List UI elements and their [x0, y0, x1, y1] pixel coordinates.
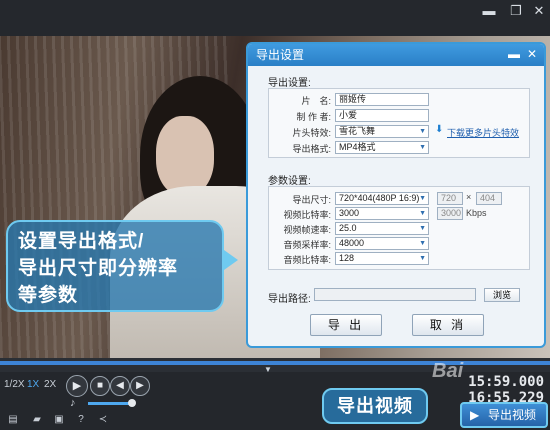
section-export-label: 导出设置: [268, 78, 311, 89]
author-input[interactable]: 小爱 [335, 109, 429, 122]
export-settings-dialog: 导出设置 ▬ ✕ 导出设置: 片 名: 丽姬传 制 作 者: 小爱 片头特效: … [246, 42, 546, 348]
title-input[interactable]: 丽姬传 [335, 93, 429, 106]
close-icon[interactable]: ✕ [528, 2, 550, 20]
params-group: 导出尺寸: 720*404(480P 16:9) 720 × 404 视频比特率… [268, 186, 530, 270]
volume-slider[interactable] [88, 402, 132, 405]
callout-tail [224, 250, 238, 270]
video-bitrate-label: 视频比特率: [283, 210, 331, 220]
export-video-label: 导出视频 [488, 408, 537, 422]
title-bar: ▬ ❐ ✕ [0, 0, 550, 36]
format-label: 导出格式: [292, 144, 331, 154]
size-label: 导出尺寸: [292, 195, 331, 205]
help-icon[interactable]: ? [74, 413, 88, 426]
speed-half[interactable]: 1/2X [4, 379, 25, 390]
section-params-label: 参数设置: [268, 176, 311, 187]
previous-icon[interactable]: ◀ [110, 376, 130, 396]
volume-knob[interactable] [128, 399, 136, 407]
speed-2x[interactable]: 2X [44, 379, 56, 390]
path-input[interactable] [314, 288, 476, 301]
format-select[interactable]: MP4格式 [335, 141, 429, 154]
kbps-unit: Kbps [466, 208, 487, 218]
tip-line-3: 等参数 [18, 285, 79, 306]
size-select[interactable]: 720*404(480P 16:9) [335, 192, 429, 205]
cancel-button[interactable]: 取 消 [412, 314, 484, 336]
samplerate-label: 音频采样率: [283, 240, 331, 250]
tip-line-1: 设置导出格式/ [18, 231, 145, 252]
play-icon[interactable]: ▶ [66, 375, 88, 397]
next-icon[interactable]: ▶ [130, 376, 150, 396]
export-video-button[interactable]: ▶ 导出视频 [460, 402, 548, 428]
minimize-icon[interactable]: ▬ [478, 2, 500, 20]
path-label: 导出路径: [268, 294, 311, 305]
width-input[interactable]: 720 [437, 192, 463, 205]
video-bitrate-input[interactable]: 3000 [437, 207, 463, 220]
new-project-icon[interactable]: ▤ [6, 413, 20, 426]
download-effects-link[interactable]: 下载更多片头特效 [447, 126, 519, 139]
effect-select[interactable]: 雪花飞舞 [335, 125, 429, 138]
height-input[interactable]: 404 [476, 192, 502, 205]
video-bitrate-select[interactable]: 3000 [335, 207, 429, 220]
share-icon[interactable]: ≺ [96, 413, 110, 426]
framerate-select[interactable]: 25.0 [335, 222, 429, 235]
audio-bitrate-select[interactable]: 128 [335, 252, 429, 265]
stop-icon[interactable]: ■ [90, 376, 110, 396]
video-figure-face [156, 116, 214, 196]
samplerate-select[interactable]: 48000 [335, 237, 429, 250]
dialog-minimize-icon[interactable]: ▬ [506, 46, 522, 62]
current-time: 15:59.000 [468, 374, 544, 390]
times-sign: × [466, 192, 472, 202]
audio-bitrate-label: 音频比特率: [283, 255, 331, 265]
watermark: Bai [432, 360, 464, 382]
download-icon: ⬇ [435, 124, 444, 135]
author-label: 制 作 者: [296, 112, 331, 122]
save-icon[interactable]: ▣ [52, 413, 66, 426]
framerate-label: 视频帧速率: [283, 225, 331, 235]
tip-callout: 设置导出格式/ 导出尺寸即分辨率 等参数 [6, 220, 224, 312]
open-folder-icon[interactable]: ▰ [30, 413, 44, 426]
export-video-callout: 导出视频 [322, 388, 428, 424]
export-group: 片 名: 丽姬传 制 作 者: 小爱 片头特效: 雪花飞舞 ⬇ 下载更多片头特效… [268, 88, 530, 158]
effect-label: 片头特效: [292, 128, 331, 138]
tip-line-2: 导出尺寸即分辨率 [18, 258, 179, 279]
speed-1x[interactable]: 1X [27, 379, 39, 390]
film-icon: ▶ [470, 408, 480, 422]
restore-icon[interactable]: ❐ [505, 2, 527, 20]
dialog-title: 导出设置 [256, 48, 305, 62]
volume-icon[interactable]: ♪ [70, 397, 76, 409]
title-label: 片 名: [301, 96, 331, 106]
browse-button[interactable]: 浏览 [484, 288, 520, 302]
dialog-close-icon[interactable]: ✕ [524, 46, 540, 62]
dialog-title-bar: 导出设置 ▬ ✕ [248, 44, 544, 66]
export-button[interactable]: 导 出 [310, 314, 382, 336]
progress-bar[interactable] [0, 361, 550, 365]
